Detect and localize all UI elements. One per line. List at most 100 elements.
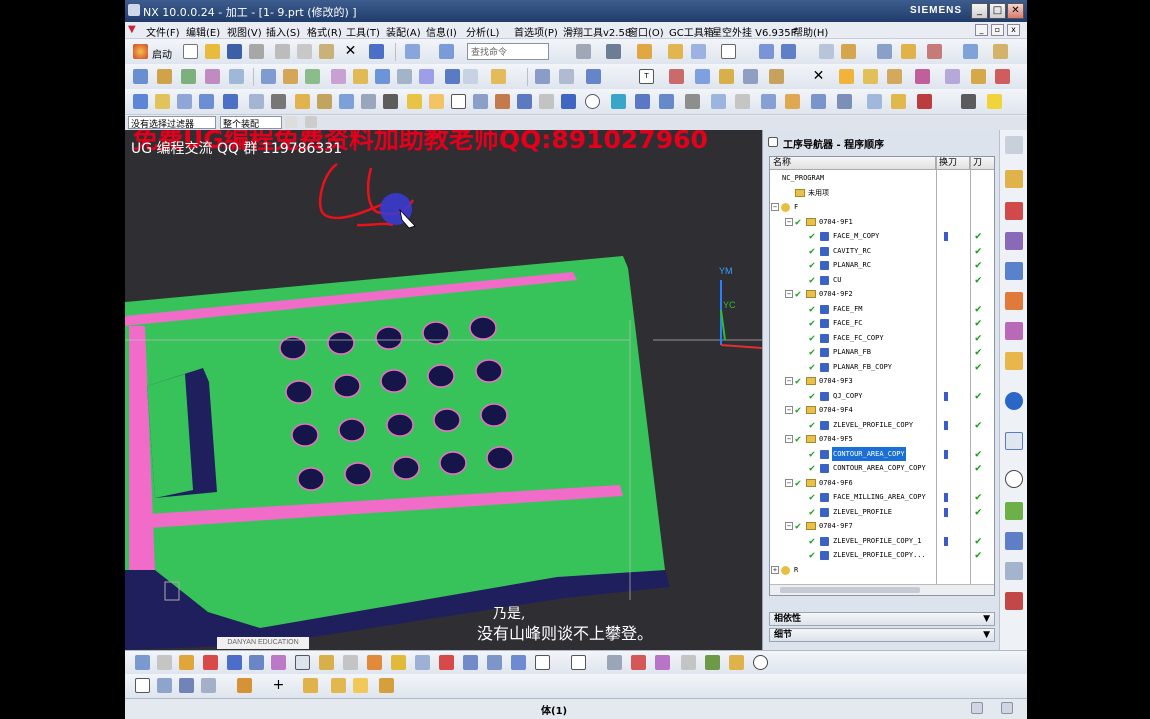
web-browser-icon[interactable]	[1005, 322, 1023, 340]
layer-icon[interactable]	[668, 44, 683, 59]
part-navigator-icon[interactable]	[743, 69, 758, 84]
cone-icon[interactable]	[343, 655, 358, 670]
grid-icon[interactable]	[945, 69, 960, 84]
method-view-icon[interactable]	[331, 69, 346, 84]
move-icon[interactable]	[759, 44, 774, 59]
operation-row[interactable]: ✔ ZLEVEL_PROFILE_COPY_1 ✔	[770, 534, 994, 549]
operation-row[interactable]: ✔ FACE_MILLING_AREA_COPY ✔	[770, 490, 994, 505]
template-icon[interactable]	[837, 94, 852, 109]
print-icon[interactable]	[249, 44, 264, 59]
operation-row[interactable]: ✔ QJ_COPY ✔	[770, 389, 994, 404]
navigator-pin-icon[interactable]	[768, 137, 778, 147]
subtract-icon[interactable]	[415, 655, 430, 670]
analysis-icon[interactable]	[841, 44, 856, 59]
shop-doc-icon[interactable]	[463, 69, 478, 84]
operation-row[interactable]: ✔ ZLEVEL_PROFILE ✔	[770, 505, 994, 520]
rectangle-icon[interactable]	[535, 655, 550, 670]
command-search-input[interactable]: 查找命令	[467, 43, 549, 60]
cam-resources-icon[interactable]	[1005, 592, 1023, 610]
menu-format[interactable]: 格式(R)	[307, 24, 342, 39]
minimize-button[interactable]: _	[971, 3, 988, 19]
tools-icon[interactable]	[901, 44, 916, 59]
menu-glide-tool[interactable]: 滑翔工具v2.58	[563, 24, 631, 39]
plus-icon[interactable]: +	[271, 678, 286, 693]
wave-icon[interactable]	[927, 44, 942, 59]
planar-mill-icon[interactable]	[223, 94, 238, 109]
operation-row[interactable]: ✔ CONTOUR_AREA_COPY ✔	[770, 446, 994, 462]
report-icon[interactable]	[995, 69, 1010, 84]
graph-icon[interactable]	[561, 94, 576, 109]
bolt-icon[interactable]	[331, 678, 346, 693]
snap-point-icon[interactable]	[839, 69, 854, 84]
program-group-row[interactable]: − ✔ 0704-9F6	[770, 476, 994, 491]
simulate-icon[interactable]	[237, 678, 252, 693]
collapse-icon[interactable]: −	[785, 435, 793, 443]
transform-toolpath-icon[interactable]	[179, 678, 194, 693]
menu-window[interactable]: 窗口(O)	[628, 24, 664, 39]
undo-icon[interactable]	[369, 44, 384, 59]
operation-tree[interactable]: 名称 换刀 刀 NC_PROGRAM 未用项 − F − ✔ 0704-9F1 ✔ FACE_M…	[769, 156, 995, 596]
chevron-down-icon[interactable]: ▼	[983, 629, 990, 641]
cut-icon[interactable]	[275, 44, 290, 59]
face-mill-icon[interactable]	[249, 94, 264, 109]
operation-row[interactable]: ✔ PLANAR_RC ✔	[770, 258, 994, 273]
save-icon[interactable]	[227, 44, 242, 59]
thread-icon[interactable]	[295, 94, 310, 109]
settings-icon[interactable]	[1005, 136, 1023, 154]
program-group-row[interactable]: − ✔ 0704-9F1	[770, 215, 994, 230]
chevron-down-icon[interactable]: ▼	[983, 613, 990, 625]
selection-scope-select[interactable]: 整个装配	[220, 116, 282, 129]
find-icon[interactable]	[719, 69, 734, 84]
sort-icon[interactable]	[473, 94, 488, 109]
highlight-icon[interactable]	[987, 94, 1002, 109]
operation-icon[interactable]	[867, 94, 882, 109]
column-header-tool-change[interactable]: 换刀	[936, 157, 970, 170]
assembly-navigator-icon[interactable]	[1005, 170, 1023, 188]
menu-file[interactable]: 文件(F)	[146, 24, 180, 39]
operation-row[interactable]: ✔ FACE_FM ✔	[770, 302, 994, 317]
tree-row[interactable]: − F	[770, 200, 994, 215]
operation-row[interactable]: ✔ ZLEVEL_PROFILE_COPY... ✔	[770, 548, 994, 563]
menu-help[interactable]: 帮助(H)	[793, 24, 828, 39]
create-geometry-icon[interactable]	[181, 69, 196, 84]
datum-icon[interactable]	[655, 655, 670, 670]
role-icon[interactable]	[1005, 392, 1023, 410]
list-icon[interactable]	[761, 94, 776, 109]
hole-feature-icon[interactable]	[227, 655, 242, 670]
menu-insert[interactable]: 插入(S)	[266, 24, 300, 39]
operation-row[interactable]: ✔ FACE_FC ✔	[770, 316, 994, 331]
program-group-row[interactable]: − ✔ 0704-9F2	[770, 287, 994, 302]
feature-icon[interactable]	[669, 69, 684, 84]
menu-xingkong-plugin[interactable]: 星空外挂 V6.935F	[712, 24, 796, 39]
generate-toolpath-icon[interactable]	[353, 69, 368, 84]
chamfer-icon[interactable]	[361, 94, 376, 109]
verify-toolpath-icon[interactable]	[375, 69, 390, 84]
collapse-icon[interactable]: −	[785, 290, 793, 298]
arrange-icon[interactable]	[495, 94, 510, 109]
graphics-viewport[interactable]: 免费UG编程免费资料加助教老师QQ:891027960 UG 编程交流 QQ 群…	[125, 130, 762, 650]
delete-op-icon[interactable]: ✕	[811, 69, 826, 84]
create-method-icon[interactable]	[205, 69, 220, 84]
flag-icon[interactable]	[685, 94, 700, 109]
filter-options-icon[interactable]	[285, 116, 297, 128]
collapse-icon[interactable]: −	[785, 522, 793, 530]
paste-icon[interactable]	[319, 44, 334, 59]
operation-row[interactable]: ✔ FACE_M_COPY ✔	[770, 229, 994, 244]
deburr-icon[interactable]	[383, 94, 398, 109]
create-program-icon[interactable]	[133, 69, 148, 84]
hole-icon[interactable]	[339, 94, 354, 109]
part-navigator-side-icon[interactable]	[1005, 232, 1023, 250]
operation-row[interactable]: ✔ PLANAR_FB_COPY ✔	[770, 360, 994, 375]
collision-icon[interactable]	[659, 94, 674, 109]
tree-row[interactable]: + R	[770, 563, 994, 578]
select-icon[interactable]	[135, 678, 150, 693]
program-group-row[interactable]: − ✔ 0704-9F4	[770, 403, 994, 418]
mdi-close-button[interactable]: x	[1007, 24, 1020, 36]
operation-navigator-icon[interactable]	[1005, 562, 1023, 580]
extrude-icon[interactable]	[179, 655, 194, 670]
menu-gc-toolkit[interactable]: GC工具箱	[669, 24, 714, 39]
menu-assembly[interactable]: 装配(A)	[386, 24, 421, 39]
point-icon[interactable]	[681, 655, 696, 670]
column-header-name[interactable]: 名称	[770, 157, 936, 170]
visualization-icon[interactable]	[1005, 502, 1023, 520]
